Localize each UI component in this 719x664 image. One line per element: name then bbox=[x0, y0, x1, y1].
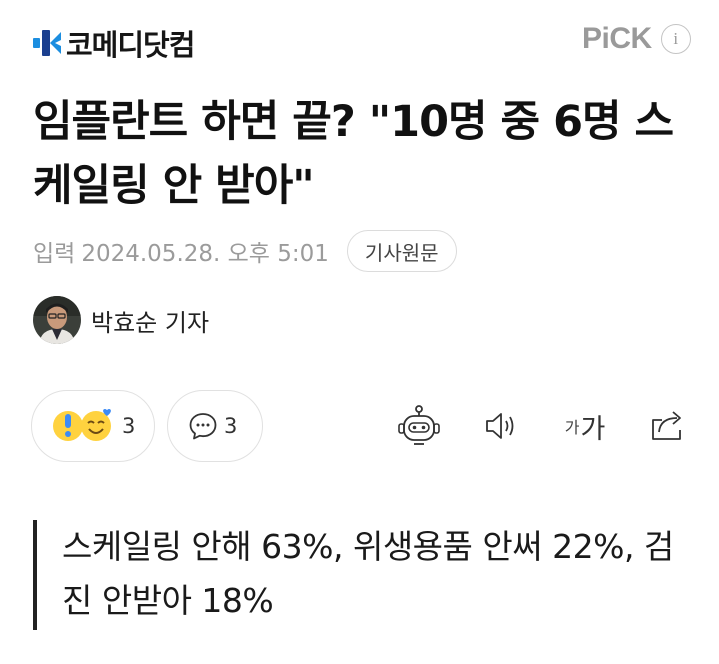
speaker-icon bbox=[486, 413, 514, 439]
info-icon[interactable]: i bbox=[660, 24, 691, 54]
header: 코메디닷컴 PiCK i bbox=[0, 0, 719, 80]
robot-icon bbox=[398, 405, 440, 445]
reporter-byline[interactable]: 박효순 기자 bbox=[33, 296, 209, 344]
comment-count: 3 bbox=[224, 414, 238, 438]
quote-bar bbox=[33, 520, 37, 630]
reporter-name: 박효순 기자 bbox=[91, 308, 210, 337]
summary-bot-button[interactable] bbox=[395, 402, 443, 450]
avatar bbox=[33, 296, 81, 344]
article-actions: 3 3 가 가 bbox=[31, 390, 691, 462]
font-size-small-glyph: 가 bbox=[564, 418, 580, 437]
logo-text: 코메디닷컴 bbox=[66, 28, 195, 62]
original-article-button[interactable]: 기사원문 bbox=[346, 230, 457, 272]
article-subtitle-block: 스케일링 안해 63%, 위생용품 안써 22%, 검진 안받아 18% bbox=[33, 520, 693, 630]
article-title: 임플란트 하면 끝? "10명 중 6명 스케일링 안 받아" bbox=[33, 97, 674, 211]
comment-button[interactable]: 3 bbox=[167, 390, 263, 462]
reaction-count: 3 bbox=[122, 414, 136, 438]
pick-label: PiCK bbox=[582, 22, 652, 55]
date-label: 입력 bbox=[33, 241, 76, 267]
listen-button[interactable] bbox=[479, 402, 523, 450]
comment-icon bbox=[189, 413, 217, 440]
font-size-button[interactable]: 가 가 bbox=[557, 402, 613, 450]
font-size-large-glyph: 가 bbox=[580, 413, 606, 445]
logo-mark-icon bbox=[33, 30, 61, 56]
pick-badge[interactable]: PiCK i bbox=[582, 22, 691, 56]
share-icon bbox=[652, 411, 681, 440]
share-button[interactable] bbox=[645, 402, 689, 450]
article-meta: 입력 2024.05.28. 오후 5:01 기사원문 bbox=[33, 230, 457, 272]
reaction-button[interactable]: 3 bbox=[31, 390, 155, 462]
publish-date: 2024.05.28. 오후 5:01 bbox=[81, 241, 329, 267]
reaction-icons bbox=[53, 408, 111, 441]
article-subtitle: 스케일링 안해 63%, 위생용품 안써 22%, 검진 안받아 18% bbox=[62, 527, 674, 620]
site-logo[interactable]: 코메디닷컴 bbox=[33, 22, 195, 64]
